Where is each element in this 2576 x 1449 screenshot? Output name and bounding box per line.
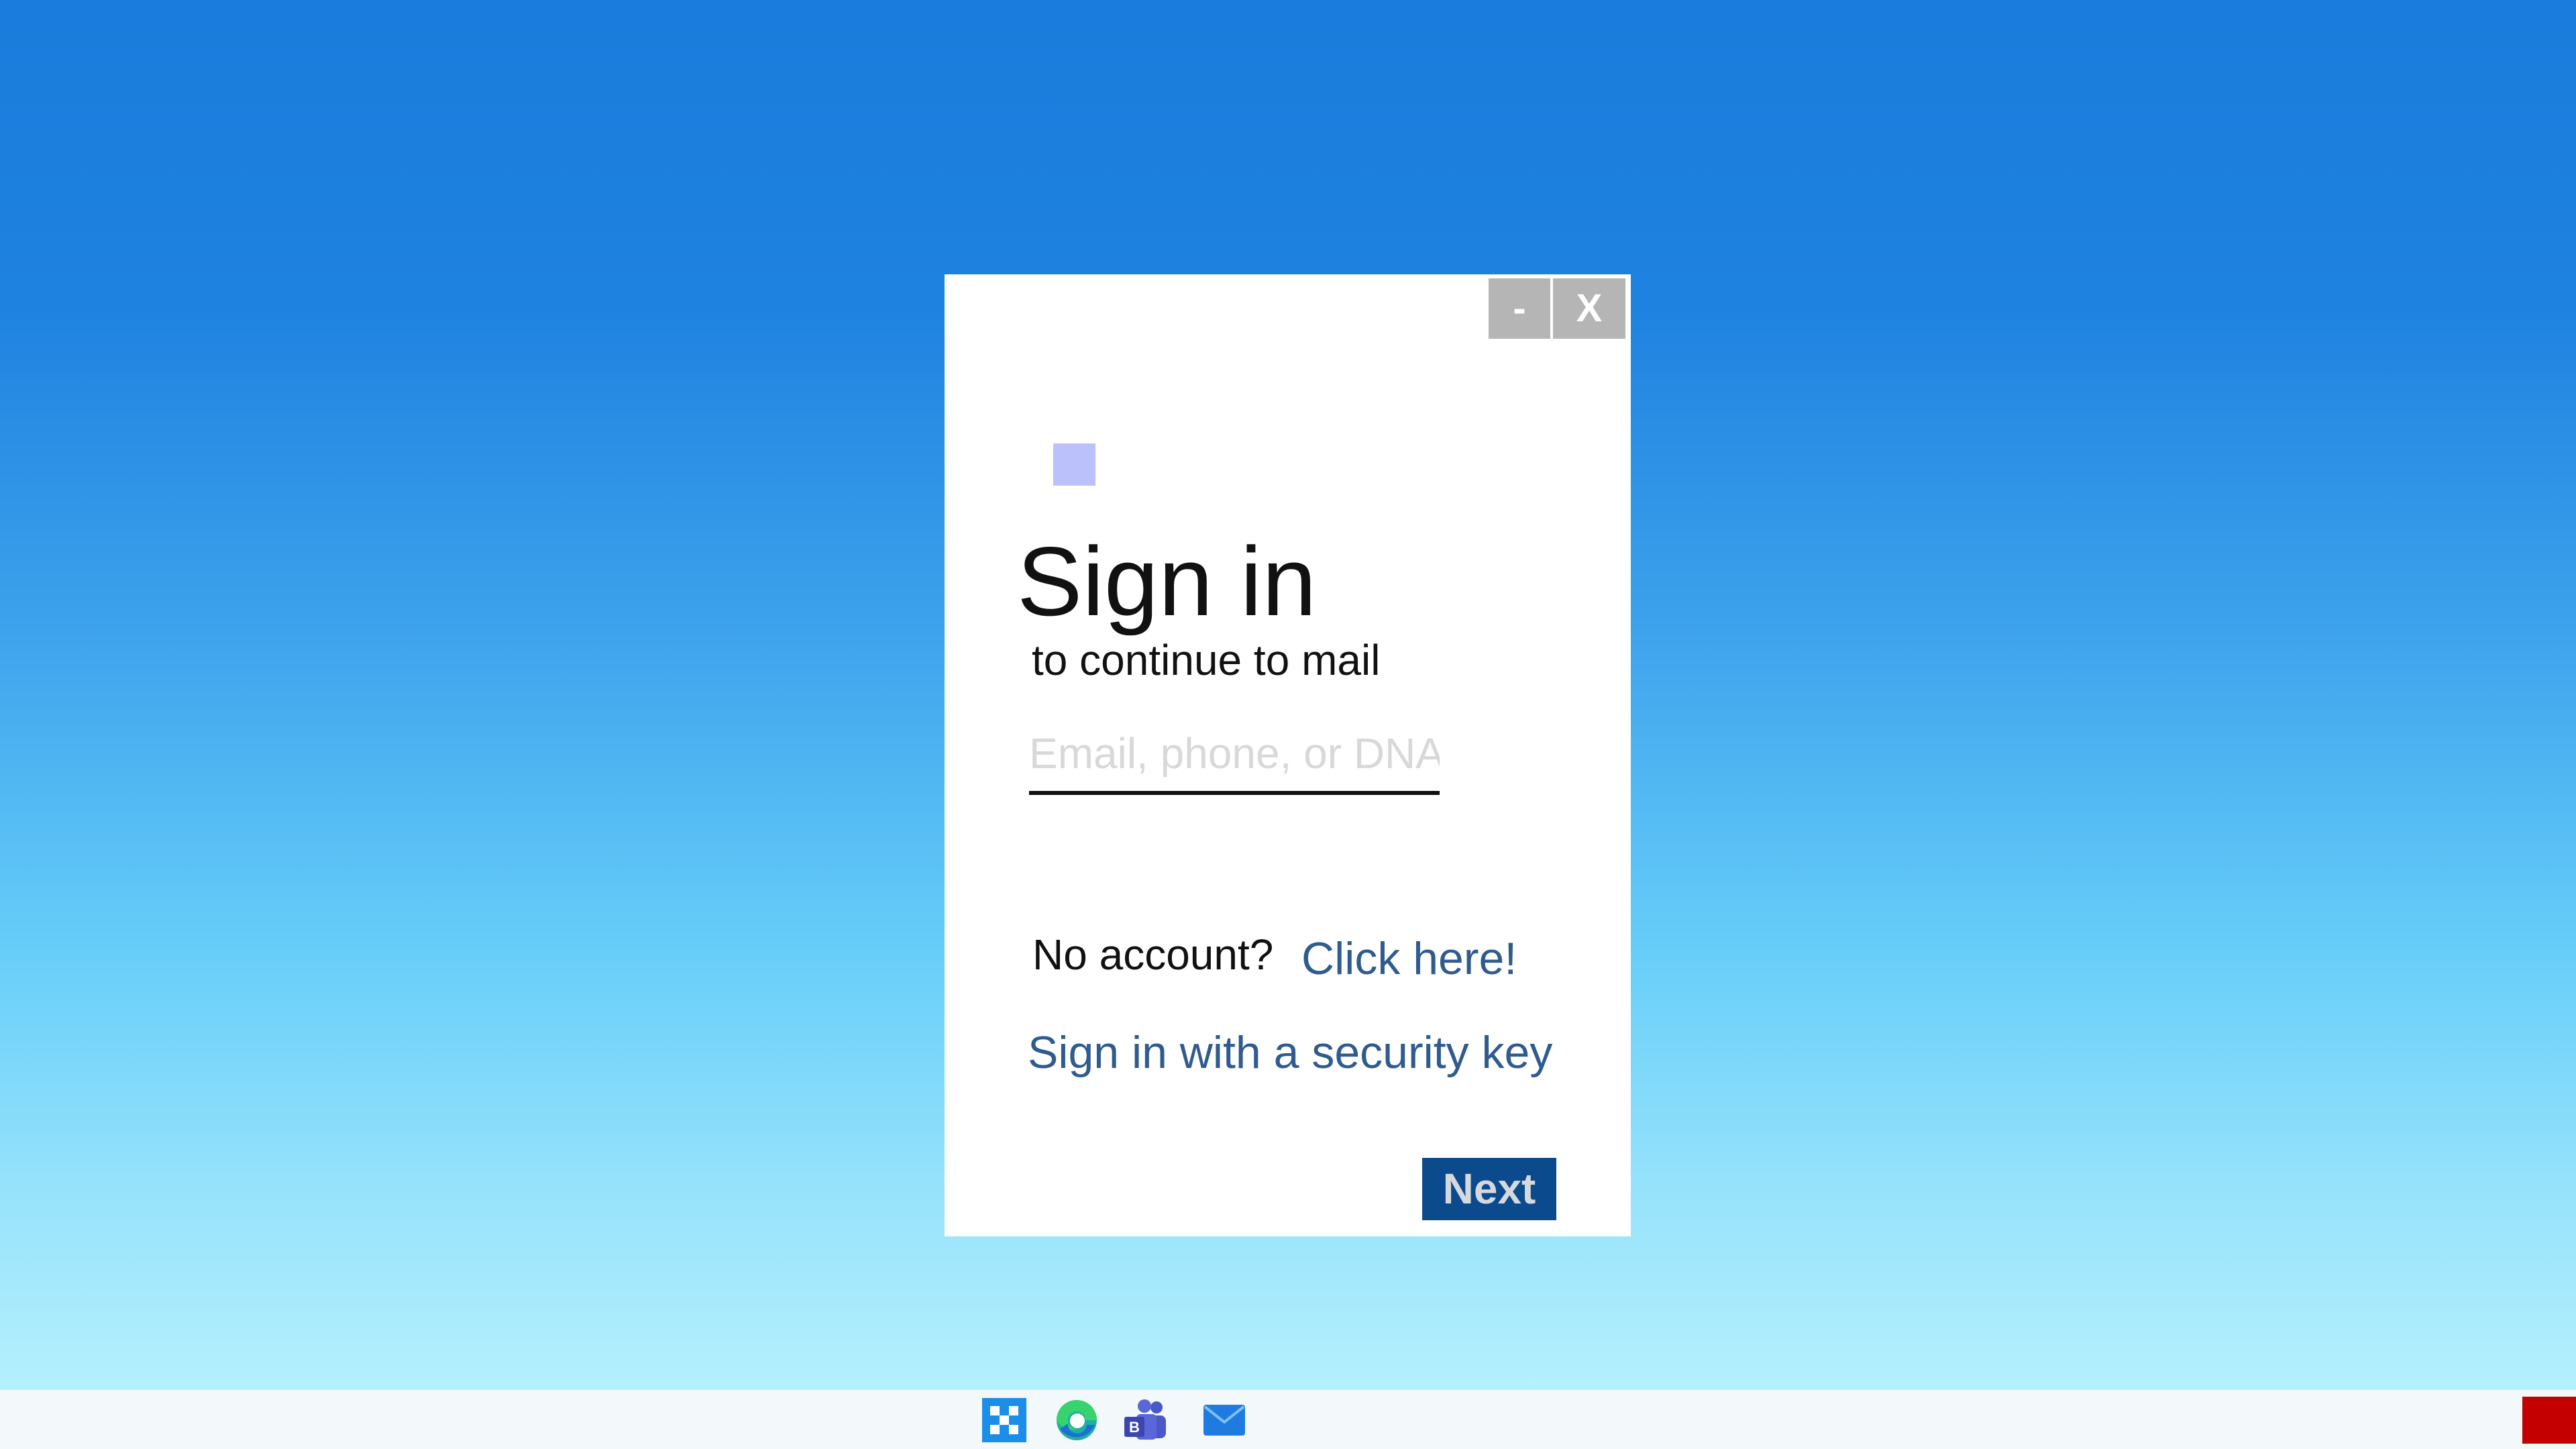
security-key-link[interactable]: Sign in with a security key <box>1028 1026 1552 1081</box>
no-account-label: No account? <box>1032 930 1274 979</box>
taskbar: B <box>0 1390 2576 1449</box>
svg-text:B: B <box>1129 1419 1140 1436</box>
create-account-link[interactable]: Click here! <box>1301 932 1517 987</box>
next-button[interactable]: Next <box>1422 1158 1556 1220</box>
logo-icon <box>1053 443 1095 486</box>
edge-browser-icon[interactable] <box>1053 1397 1100 1444</box>
page-title: Sign in <box>1017 527 1317 636</box>
minimize-button[interactable]: - <box>1489 278 1550 339</box>
email-field[interactable] <box>1029 716 1440 795</box>
mail-icon[interactable] <box>1201 1397 1248 1444</box>
start-icon[interactable] <box>981 1397 1028 1444</box>
page-subtitle: to continue to mail <box>1032 636 1381 684</box>
sign-in-dialog: - X Sign in to continue to mail No accou… <box>945 274 1631 1236</box>
show-desktop-button[interactable] <box>2522 1397 2576 1444</box>
close-button[interactable]: X <box>1553 278 1625 339</box>
teams-icon[interactable]: B <box>1122 1397 1169 1444</box>
